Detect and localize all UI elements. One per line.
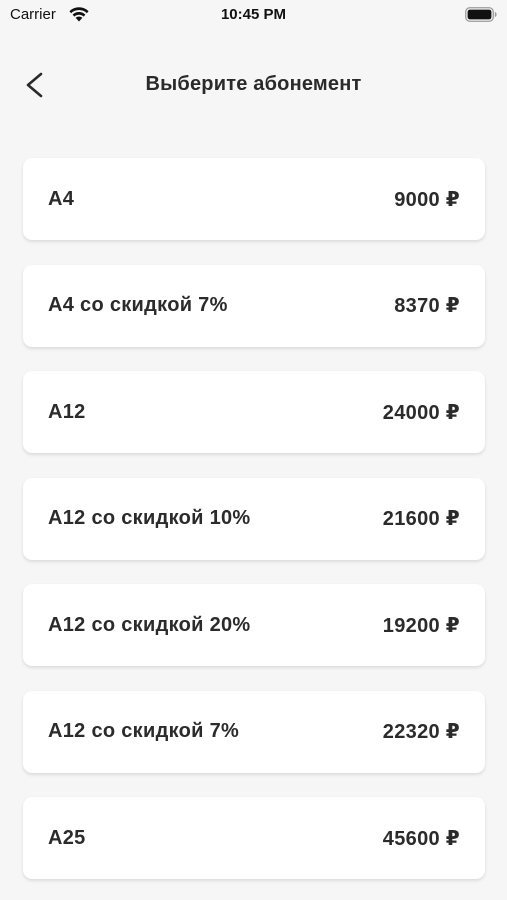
subscription-price: 24000 ₽ (382, 401, 460, 424)
subscription-item[interactable]: A12 со скидкой 20% 19200 ₽ (23, 584, 485, 666)
status-bar: Carrier 10:45 PM (0, 0, 507, 30)
battery-icon (465, 7, 497, 22)
subscription-item[interactable]: A25 45600 ₽ (23, 797, 485, 879)
subscription-name: A12 со скидкой 10% (48, 507, 251, 529)
subscription-name: A12 со скидкой 7% (48, 720, 240, 742)
page-title: Выберите абонемент (145, 73, 362, 95)
status-time: 10:45 PM (220, 6, 287, 23)
subscription-price: 19200 ₽ (382, 614, 460, 637)
subscription-name: A4 (48, 187, 75, 210)
subscription-name: A12 (48, 400, 86, 423)
subscription-price: 21600 ₽ (382, 508, 460, 530)
subscription-item[interactable]: A12 24000 ₽ (23, 371, 485, 453)
subscription-price: 9000 ₽ (394, 188, 460, 211)
subscription-price: 22320 ₽ (382, 721, 460, 743)
subscription-name: A4 со скидкой 7% (48, 294, 228, 316)
subscription-price: 8370 ₽ (394, 295, 460, 317)
screen: Carrier 10:45 PM Выберите абонемент A4 9… (0, 0, 507, 900)
subscription-item[interactable]: A12 со скидкой 10% 21600 ₽ (23, 477, 485, 560)
subscription-name: A12 со скидкой 20% (48, 613, 251, 636)
subscription-item[interactable]: A12 со скидкой 7% 22320 ₽ (23, 690, 485, 773)
subscription-item[interactable]: A4 9000 ₽ (23, 158, 485, 240)
subscription-item[interactable]: A4 со скидкой 7% 8370 ₽ (23, 264, 485, 347)
navigation-bar: Выберите абонемент (0, 60, 507, 110)
subscription-name: A25 (48, 826, 86, 849)
subscription-price: 45600 ₽ (382, 827, 460, 850)
subscription-list: A4 9000 ₽ A4 со скидкой 7% 8370 ₽ A12 24… (23, 158, 485, 900)
